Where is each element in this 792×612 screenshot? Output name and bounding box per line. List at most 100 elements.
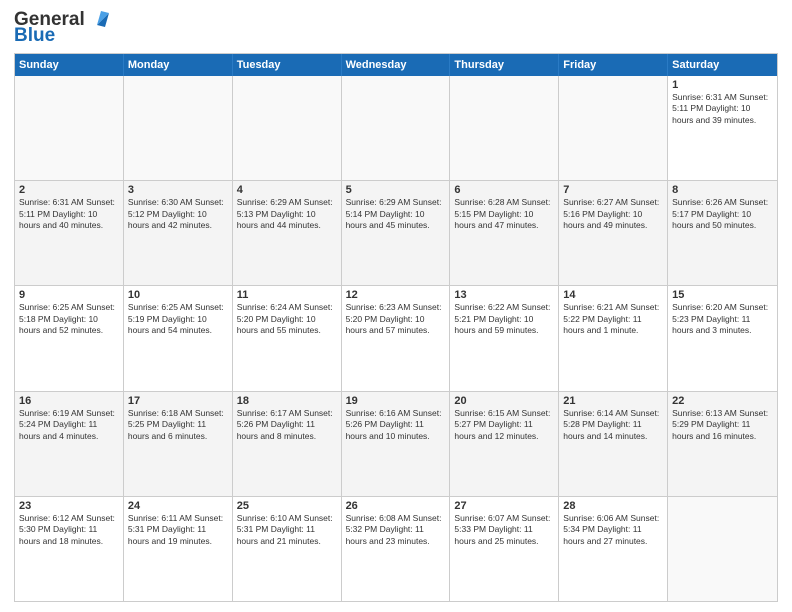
day-number: 24: [128, 500, 228, 512]
calendar-cell-day-28: 28Sunrise: 6:06 AM Sunset: 5:34 PM Dayli…: [559, 497, 668, 601]
day-info: Sunrise: 6:08 AM Sunset: 5:32 PM Dayligh…: [346, 513, 446, 547]
day-number: 2: [19, 184, 119, 196]
day-number: 22: [672, 395, 773, 407]
day-number: 5: [346, 184, 446, 196]
calendar-cell-day-9: 9Sunrise: 6:25 AM Sunset: 5:18 PM Daylig…: [15, 286, 124, 390]
calendar-cell-day-17: 17Sunrise: 6:18 AM Sunset: 5:25 PM Dayli…: [124, 392, 233, 496]
day-number: 7: [563, 184, 663, 196]
day-number: 27: [454, 500, 554, 512]
calendar-cell-day-2: 2Sunrise: 6:31 AM Sunset: 5:11 PM Daylig…: [15, 181, 124, 285]
day-info: Sunrise: 6:31 AM Sunset: 5:11 PM Dayligh…: [672, 92, 773, 126]
day-number: 11: [237, 289, 337, 301]
day-number: 3: [128, 184, 228, 196]
calendar-header-saturday: Saturday: [668, 54, 777, 76]
calendar-cell-day-26: 26Sunrise: 6:08 AM Sunset: 5:32 PM Dayli…: [342, 497, 451, 601]
calendar-cell-day-24: 24Sunrise: 6:11 AM Sunset: 5:31 PM Dayli…: [124, 497, 233, 601]
day-info: Sunrise: 6:07 AM Sunset: 5:33 PM Dayligh…: [454, 513, 554, 547]
day-info: Sunrise: 6:10 AM Sunset: 5:31 PM Dayligh…: [237, 513, 337, 547]
calendar-header-monday: Monday: [124, 54, 233, 76]
calendar-cell-day-23: 23Sunrise: 6:12 AM Sunset: 5:30 PM Dayli…: [15, 497, 124, 601]
day-info: Sunrise: 6:22 AM Sunset: 5:21 PM Dayligh…: [454, 302, 554, 336]
day-number: 4: [237, 184, 337, 196]
day-number: 23: [19, 500, 119, 512]
calendar-cell-day-22: 22Sunrise: 6:13 AM Sunset: 5:29 PM Dayli…: [668, 392, 777, 496]
logo: General Blue: [14, 10, 109, 47]
day-info: Sunrise: 6:31 AM Sunset: 5:11 PM Dayligh…: [19, 197, 119, 231]
calendar-cell-day-5: 5Sunrise: 6:29 AM Sunset: 5:14 PM Daylig…: [342, 181, 451, 285]
calendar-cell-day-12: 12Sunrise: 6:23 AM Sunset: 5:20 PM Dayli…: [342, 286, 451, 390]
calendar-cell-empty-0-2: [233, 76, 342, 180]
calendar-cell-empty-0-5: [559, 76, 668, 180]
day-number: 12: [346, 289, 446, 301]
calendar-cell-empty-0-1: [124, 76, 233, 180]
day-number: 13: [454, 289, 554, 301]
day-info: Sunrise: 6:11 AM Sunset: 5:31 PM Dayligh…: [128, 513, 228, 547]
header: General Blue: [14, 10, 778, 47]
logo-blue: Blue: [14, 25, 55, 47]
day-number: 9: [19, 289, 119, 301]
day-number: 10: [128, 289, 228, 301]
calendar-body: 1Sunrise: 6:31 AM Sunset: 5:11 PM Daylig…: [15, 76, 777, 601]
calendar-header-thursday: Thursday: [450, 54, 559, 76]
calendar-cell-day-21: 21Sunrise: 6:14 AM Sunset: 5:28 PM Dayli…: [559, 392, 668, 496]
day-number: 21: [563, 395, 663, 407]
calendar-header-sunday: Sunday: [15, 54, 124, 76]
calendar-header: SundayMondayTuesdayWednesdayThursdayFrid…: [15, 54, 777, 76]
calendar-cell-day-14: 14Sunrise: 6:21 AM Sunset: 5:22 PM Dayli…: [559, 286, 668, 390]
day-info: Sunrise: 6:29 AM Sunset: 5:13 PM Dayligh…: [237, 197, 337, 231]
day-info: Sunrise: 6:29 AM Sunset: 5:14 PM Dayligh…: [346, 197, 446, 231]
day-info: Sunrise: 6:17 AM Sunset: 5:26 PM Dayligh…: [237, 408, 337, 442]
day-info: Sunrise: 6:16 AM Sunset: 5:26 PM Dayligh…: [346, 408, 446, 442]
day-number: 14: [563, 289, 663, 301]
day-info: Sunrise: 6:28 AM Sunset: 5:15 PM Dayligh…: [454, 197, 554, 231]
calendar-cell-day-4: 4Sunrise: 6:29 AM Sunset: 5:13 PM Daylig…: [233, 181, 342, 285]
calendar-cell-day-18: 18Sunrise: 6:17 AM Sunset: 5:26 PM Dayli…: [233, 392, 342, 496]
day-number: 8: [672, 184, 773, 196]
page: General Blue SundayMondayTuesdayWednesda…: [0, 0, 792, 612]
calendar-row-0: 1Sunrise: 6:31 AM Sunset: 5:11 PM Daylig…: [15, 76, 777, 181]
day-info: Sunrise: 6:24 AM Sunset: 5:20 PM Dayligh…: [237, 302, 337, 336]
day-info: Sunrise: 6:15 AM Sunset: 5:27 PM Dayligh…: [454, 408, 554, 442]
calendar-cell-day-27: 27Sunrise: 6:07 AM Sunset: 5:33 PM Dayli…: [450, 497, 559, 601]
day-info: Sunrise: 6:06 AM Sunset: 5:34 PM Dayligh…: [563, 513, 663, 547]
calendar-cell-empty-0-4: [450, 76, 559, 180]
day-info: Sunrise: 6:26 AM Sunset: 5:17 PM Dayligh…: [672, 197, 773, 231]
day-info: Sunrise: 6:25 AM Sunset: 5:18 PM Dayligh…: [19, 302, 119, 336]
calendar-cell-empty-0-0: [15, 76, 124, 180]
calendar-cell-day-16: 16Sunrise: 6:19 AM Sunset: 5:24 PM Dayli…: [15, 392, 124, 496]
calendar-row-3: 16Sunrise: 6:19 AM Sunset: 5:24 PM Dayli…: [15, 392, 777, 497]
day-number: 18: [237, 395, 337, 407]
calendar-cell-empty-0-3: [342, 76, 451, 180]
day-info: Sunrise: 6:20 AM Sunset: 5:23 PM Dayligh…: [672, 302, 773, 336]
day-info: Sunrise: 6:14 AM Sunset: 5:28 PM Dayligh…: [563, 408, 663, 442]
calendar-row-4: 23Sunrise: 6:12 AM Sunset: 5:30 PM Dayli…: [15, 497, 777, 601]
day-number: 15: [672, 289, 773, 301]
calendar-cell-day-6: 6Sunrise: 6:28 AM Sunset: 5:15 PM Daylig…: [450, 181, 559, 285]
calendar-cell-day-10: 10Sunrise: 6:25 AM Sunset: 5:19 PM Dayli…: [124, 286, 233, 390]
calendar-cell-day-15: 15Sunrise: 6:20 AM Sunset: 5:23 PM Dayli…: [668, 286, 777, 390]
day-number: 17: [128, 395, 228, 407]
day-info: Sunrise: 6:23 AM Sunset: 5:20 PM Dayligh…: [346, 302, 446, 336]
day-info: Sunrise: 6:21 AM Sunset: 5:22 PM Dayligh…: [563, 302, 663, 336]
day-number: 20: [454, 395, 554, 407]
calendar-cell-day-19: 19Sunrise: 6:16 AM Sunset: 5:26 PM Dayli…: [342, 392, 451, 496]
day-info: Sunrise: 6:18 AM Sunset: 5:25 PM Dayligh…: [128, 408, 228, 442]
day-number: 26: [346, 500, 446, 512]
day-number: 28: [563, 500, 663, 512]
calendar-cell-day-11: 11Sunrise: 6:24 AM Sunset: 5:20 PM Dayli…: [233, 286, 342, 390]
calendar-cell-day-1: 1Sunrise: 6:31 AM Sunset: 5:11 PM Daylig…: [668, 76, 777, 180]
calendar-cell-day-7: 7Sunrise: 6:27 AM Sunset: 5:16 PM Daylig…: [559, 181, 668, 285]
day-number: 1: [672, 79, 773, 91]
day-info: Sunrise: 6:12 AM Sunset: 5:30 PM Dayligh…: [19, 513, 119, 547]
calendar-row-1: 2Sunrise: 6:31 AM Sunset: 5:11 PM Daylig…: [15, 181, 777, 286]
day-info: Sunrise: 6:30 AM Sunset: 5:12 PM Dayligh…: [128, 197, 228, 231]
day-number: 6: [454, 184, 554, 196]
calendar-cell-day-13: 13Sunrise: 6:22 AM Sunset: 5:21 PM Dayli…: [450, 286, 559, 390]
calendar-cell-day-20: 20Sunrise: 6:15 AM Sunset: 5:27 PM Dayli…: [450, 392, 559, 496]
day-number: 19: [346, 395, 446, 407]
calendar-row-2: 9Sunrise: 6:25 AM Sunset: 5:18 PM Daylig…: [15, 286, 777, 391]
day-info: Sunrise: 6:25 AM Sunset: 5:19 PM Dayligh…: [128, 302, 228, 336]
day-number: 16: [19, 395, 119, 407]
calendar-header-friday: Friday: [559, 54, 668, 76]
calendar: SundayMondayTuesdayWednesdayThursdayFrid…: [14, 53, 778, 602]
